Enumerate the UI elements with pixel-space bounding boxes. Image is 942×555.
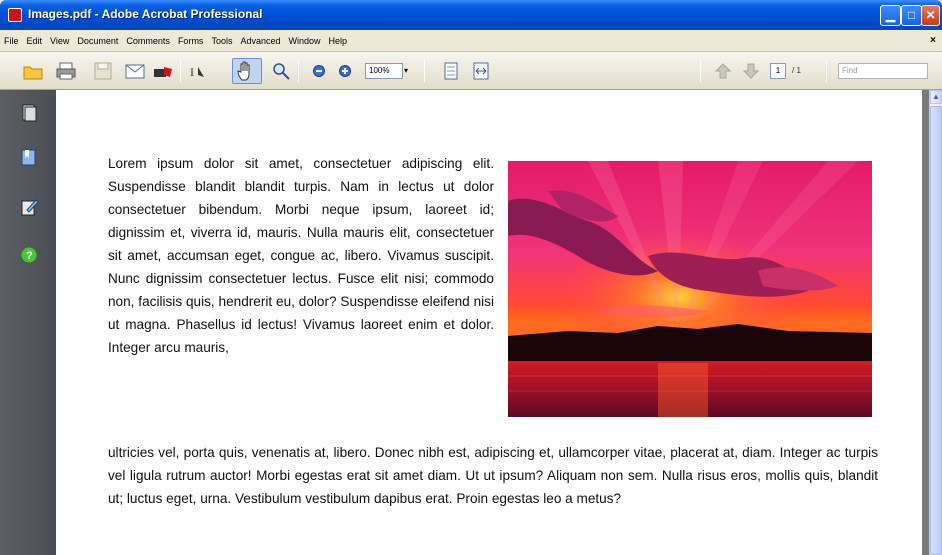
menu-file[interactable]: File [0, 30, 23, 52]
select-text-icon[interactable]: I [188, 61, 210, 81]
zoom-dropdown-icon[interactable]: ▾ [404, 63, 413, 79]
scroll-thumb[interactable] [930, 106, 942, 555]
zoom-out-icon[interactable] [312, 61, 326, 81]
scroll-up-icon[interactable]: ▲ [930, 90, 942, 104]
toolbar-separator [826, 60, 827, 82]
menu-document[interactable]: Document [73, 30, 122, 52]
menu-tools[interactable]: Tools [207, 30, 236, 52]
save-icon[interactable] [92, 61, 114, 81]
email-icon[interactable] [124, 61, 146, 81]
acrobat-app-icon[interactable] [8, 8, 22, 22]
menu-forms[interactable]: Forms [174, 30, 208, 52]
svg-text:I: I [190, 65, 194, 79]
document-close-icon[interactable]: × [930, 35, 936, 46]
navigation-pane: ? [0, 90, 56, 555]
page-count: / 1 [792, 66, 801, 75]
svg-text:?: ? [26, 250, 33, 262]
menu-comments[interactable]: Comments [122, 30, 174, 52]
menu-advanced[interactable]: Advanced [236, 30, 284, 52]
toolbar-separator [424, 60, 425, 82]
pages-icon[interactable] [20, 104, 38, 122]
page-number-input[interactable]: 1 [770, 63, 786, 79]
print-icon[interactable] [55, 61, 77, 81]
next-page-icon[interactable] [740, 61, 762, 81]
previous-page-icon[interactable] [712, 61, 734, 81]
vertical-scrollbar[interactable]: ▲ [929, 90, 942, 555]
pdf-page: Lorem ipsum dolor sit amet, consectetuer… [56, 90, 922, 555]
menu-window[interactable]: Window [284, 30, 324, 52]
zoom-input[interactable]: 100% [365, 63, 403, 79]
toolbar-separator [298, 60, 299, 82]
find-input[interactable]: Find [838, 63, 928, 79]
menu-help[interactable]: Help [325, 30, 352, 52]
menu-view[interactable]: View [46, 30, 73, 52]
title-bar: Images.pdf - Adobe Acrobat Professional … [0, 0, 942, 30]
document-area: Lorem ipsum dolor sit amet, consectetuer… [56, 90, 929, 555]
bookmarks-icon[interactable] [20, 148, 38, 166]
help-icon[interactable]: ? [20, 246, 38, 264]
toolbar: I 100% ▾ 1 / 1 Find [0, 52, 942, 90]
toolbar-separator [700, 60, 701, 82]
column-paragraph: Lorem ipsum dolor sit amet, consectetuer… [108, 156, 494, 355]
menu-edit[interactable]: Edit [23, 30, 47, 52]
sunset-photo [508, 161, 872, 417]
fit-page-icon[interactable] [440, 61, 462, 81]
toolbar-separator [180, 60, 181, 82]
minimize-button[interactable]: ▁ [880, 5, 901, 26]
full-width-paragraph: ultricies vel, porta quis, venenatis at,… [108, 445, 878, 506]
fit-width-icon[interactable] [470, 61, 492, 81]
create-pdf-icon[interactable] [152, 61, 174, 81]
signatures-icon[interactable] [20, 198, 38, 216]
open-icon[interactable] [22, 61, 44, 81]
close-button[interactable]: ✕ [921, 5, 940, 26]
zoom-tool-icon[interactable] [270, 61, 292, 81]
menu-bar: File Edit View Document Comments Forms Tools Ad… [0, 30, 942, 52]
maximize-button[interactable]: □ [901, 5, 922, 26]
zoom-in-icon[interactable] [338, 61, 352, 81]
hand-tool-icon[interactable] [236, 60, 258, 82]
window-title: Images.pdf - Adobe Acrobat Professional [28, 7, 263, 21]
